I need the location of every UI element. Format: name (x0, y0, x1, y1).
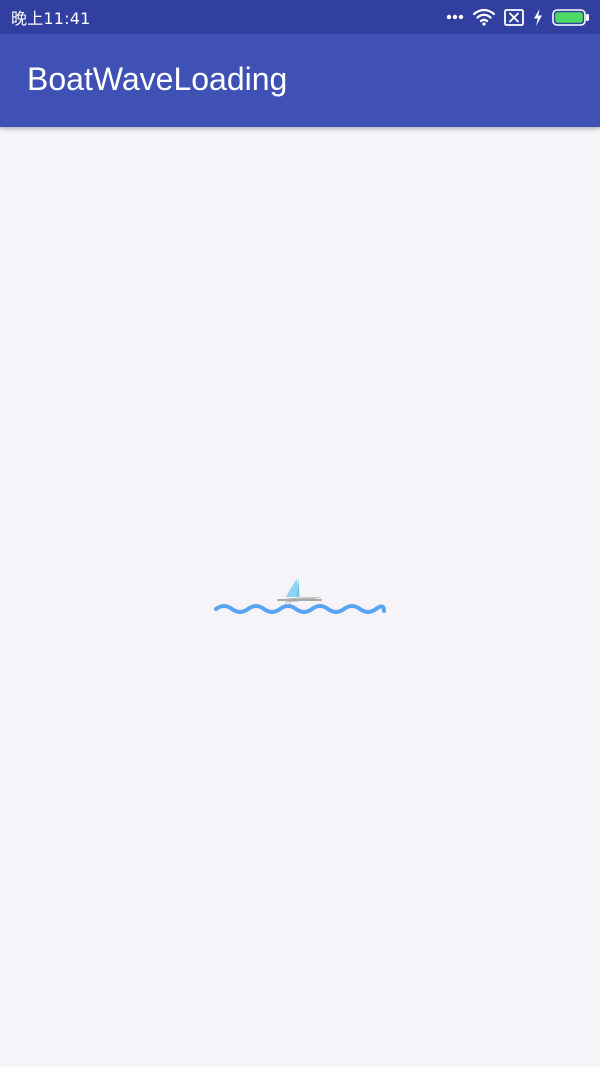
wave-icon (214, 604, 386, 614)
more-dots-icon (446, 14, 464, 20)
battery-icon (552, 8, 590, 26)
boat-wave-loader (214, 576, 386, 621)
charging-icon (533, 8, 543, 26)
status-icons (446, 8, 590, 26)
status-time: 晚上11:41 (11, 9, 91, 28)
boat-icon (277, 578, 322, 608)
wifi-icon (473, 8, 495, 26)
content-area (0, 127, 600, 1067)
status-bar: 晚上11:41 (0, 0, 600, 34)
app-title: BoatWaveLoading (27, 61, 288, 97)
no-sim-icon (504, 8, 524, 26)
app-bar: BoatWaveLoading (0, 34, 600, 127)
